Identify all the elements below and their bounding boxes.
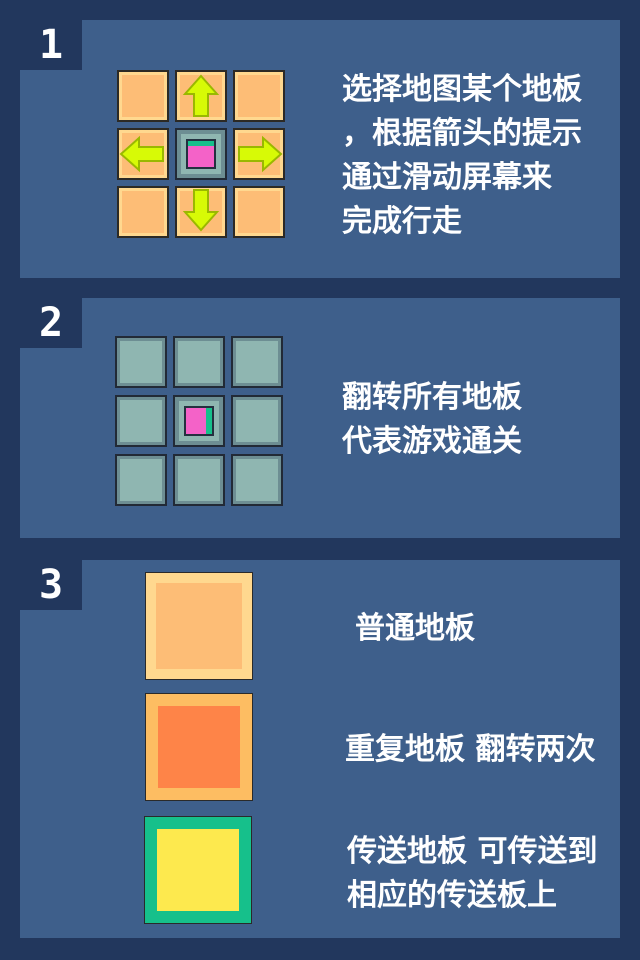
normal-tile-description: 普通地板 — [355, 607, 475, 651]
floor-tile-flipped — [115, 454, 167, 506]
step-2-panel: 2 翻转所有地板 代表游戏通关 — [20, 298, 620, 538]
description-line: 普通地板 — [355, 611, 475, 646]
floor-tile-normal — [233, 70, 285, 122]
floor-tile-flipped — [173, 454, 225, 506]
floor-tile-normal — [233, 186, 285, 238]
description-line: 完成行走 — [342, 204, 462, 239]
floor-tile-flipped — [231, 395, 283, 447]
floor-tile-flipped — [173, 336, 225, 388]
description-line: 通过滑动屏幕来 — [342, 160, 552, 195]
floor-tile-flipped — [231, 454, 283, 506]
description-line: 翻转所有地板 — [342, 380, 522, 415]
teleport-tile-description: 传送地板 可传送到 相应的传送板上 — [347, 830, 597, 918]
description-line: ，根据箭头的提示 — [342, 116, 582, 151]
step-3-panel: 3 普通地板 重复地板 翻转两次 传送地板 可传送到 相应的传送板上 — [20, 560, 620, 938]
floor-tile-normal — [117, 70, 169, 122]
description-line: 重复地板 翻转两次 — [345, 732, 596, 767]
floor-tile-flipped — [115, 336, 167, 388]
arrow-left-icon — [119, 135, 164, 173]
arrow-down-icon — [182, 189, 220, 232]
player-cube-icon — [184, 406, 214, 436]
floor-tile-flipped — [115, 395, 167, 447]
step-number: 1 — [20, 20, 82, 70]
step-number: 2 — [20, 298, 82, 348]
step-2-description: 翻转所有地板 代表游戏通关 — [342, 376, 522, 464]
description-line: 选择地图某个地板 — [342, 72, 582, 107]
teleport-tile-swatch — [144, 816, 252, 924]
arrow-up-icon — [182, 74, 220, 117]
player-cube-icon — [186, 139, 216, 169]
step-number: 3 — [20, 560, 82, 610]
repeat-tile-description: 重复地板 翻转两次 — [345, 728, 595, 772]
step-1-panel: 1 选择地图某个地板 ，根据箭头的提示 通过滑动屏幕来 完成行走 — [20, 20, 620, 278]
description-line: 传送地板 可传送到 — [347, 834, 598, 869]
step-1-description: 选择地图某个地板 ，根据箭头的提示 通过滑动屏幕来 完成行走 — [342, 68, 582, 244]
description-line: 相应的传送板上 — [347, 878, 557, 913]
normal-tile-swatch — [145, 572, 253, 680]
repeat-tile-swatch — [145, 693, 253, 801]
description-line: 代表游戏通关 — [342, 424, 522, 459]
floor-tile-flipped — [231, 336, 283, 388]
arrow-right-icon — [238, 135, 283, 173]
floor-tile-normal — [117, 186, 169, 238]
